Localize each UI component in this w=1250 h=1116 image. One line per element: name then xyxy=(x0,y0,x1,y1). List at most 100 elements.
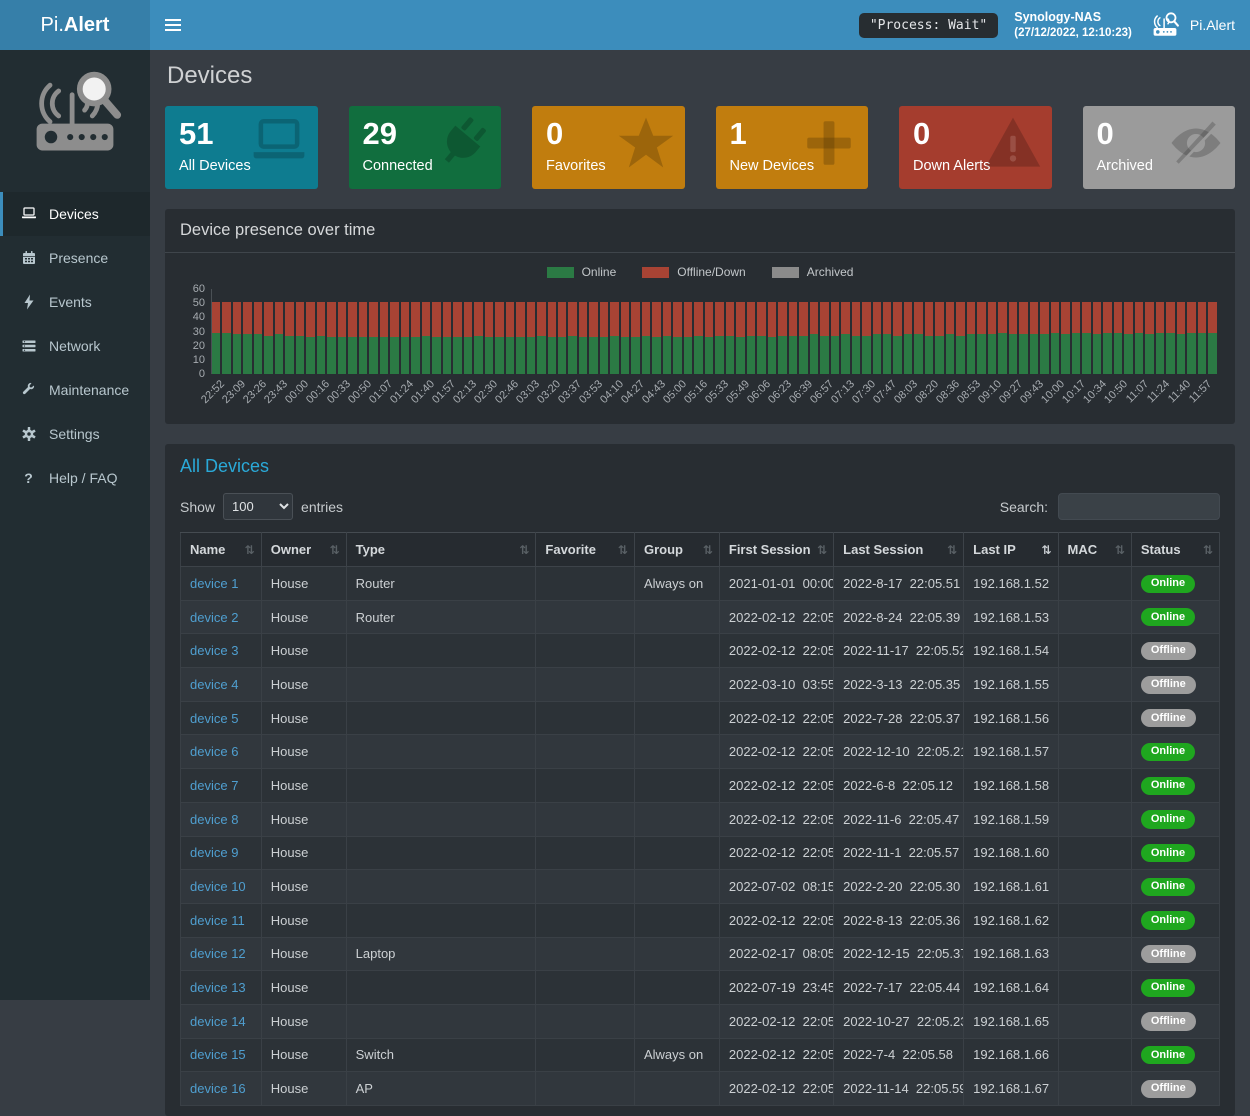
chart-bar xyxy=(233,289,243,374)
bar-segment-offline-down xyxy=(516,302,524,337)
device-name-link[interactable]: device 15 xyxy=(181,1038,262,1072)
chart-bar xyxy=(1040,289,1050,374)
column-header-type[interactable]: Type⇅ xyxy=(346,533,536,567)
column-header-owner[interactable]: Owner⇅ xyxy=(261,533,346,567)
bar-segment-online xyxy=(1019,334,1027,374)
bar-segment-online xyxy=(390,337,398,374)
device-name-link[interactable]: device 16 xyxy=(181,1072,262,1106)
bar-segment-offline-down xyxy=(285,302,293,336)
x-axis-tick-label: 09:27 xyxy=(997,378,1025,406)
device-name-link[interactable]: device 14 xyxy=(181,1004,262,1038)
column-header-last-ip[interactable]: Last IP⇅ xyxy=(964,533,1058,567)
device-name-link[interactable]: device 4 xyxy=(181,668,262,702)
sidebar-item-maintenance[interactable]: Maintenance xyxy=(0,368,150,412)
column-header-status[interactable]: Status⇅ xyxy=(1131,533,1219,567)
device-name-link[interactable]: device 11 xyxy=(181,903,262,937)
bar-segment-online xyxy=(621,337,629,374)
devices-table-title: All Devices xyxy=(180,456,1220,477)
owner-cell: House xyxy=(261,802,346,836)
x-axis-tick-label: 03:53 xyxy=(577,378,605,406)
chart-bar xyxy=(914,289,924,374)
bar-segment-online xyxy=(233,334,241,374)
sidebar-item-network[interactable]: Network xyxy=(0,324,150,368)
bar-segment-offline-down xyxy=(485,302,493,337)
bar-segment-online xyxy=(275,334,283,374)
column-header-last-session[interactable]: Last Session⇅ xyxy=(834,533,964,567)
mac-cell xyxy=(1058,971,1131,1005)
type-cell xyxy=(346,735,536,769)
bar-segment-offline-down xyxy=(317,302,325,336)
brand-logo[interactable]: Pi.Alert xyxy=(0,0,150,50)
search-input[interactable] xyxy=(1058,493,1220,520)
status-badge: Offline xyxy=(1141,1080,1196,1098)
column-header-name[interactable]: Name⇅ xyxy=(181,533,262,567)
page-size-select[interactable]: 100 xyxy=(223,493,293,520)
chart-bar xyxy=(946,289,956,374)
bar-segment-offline-down xyxy=(548,302,556,337)
mac-cell xyxy=(1058,1004,1131,1038)
card-archived[interactable]: 0Archived xyxy=(1083,106,1236,189)
x-axis-tick-label: 07:30 xyxy=(850,378,878,406)
header-app-link[interactable]: Pi.Alert xyxy=(1148,10,1235,40)
table-row: device 6House2022-02-12 22:052022-12-10 … xyxy=(181,735,1220,769)
bar-segment-online xyxy=(684,337,692,374)
chart-bar xyxy=(1072,289,1082,374)
device-name-link[interactable]: device 5 xyxy=(181,701,262,735)
summary-cards: 51All Devices 29Connected 0Favorites 1New D… xyxy=(165,106,1235,189)
x-axis-tick-label: 05:49 xyxy=(724,378,752,406)
device-name-link[interactable]: device 9 xyxy=(181,836,262,870)
card-new-devices[interactable]: 1New Devices xyxy=(716,106,869,189)
mac-cell xyxy=(1058,870,1131,904)
laptop-icon xyxy=(250,114,308,172)
column-header-first-session[interactable]: First Session⇅ xyxy=(719,533,833,567)
card-down-alerts[interactable]: 0Down Alerts xyxy=(899,106,1052,189)
type-cell xyxy=(346,634,536,668)
status-badge: Online xyxy=(1141,911,1195,929)
last-ip-cell: 192.168.1.54 xyxy=(964,634,1058,668)
bar-segment-online xyxy=(464,337,472,374)
status-badge: Online xyxy=(1141,1046,1195,1064)
sidebar-item-settings[interactable]: Settings xyxy=(0,412,150,456)
sort-icon: ⇅ xyxy=(519,543,529,557)
wrench-icon xyxy=(20,382,37,399)
device-name-link[interactable]: device 1 xyxy=(181,567,262,601)
type-cell xyxy=(346,903,536,937)
column-header-mac[interactable]: MAC⇅ xyxy=(1058,533,1131,567)
x-axis-tick-label: 04:27 xyxy=(619,378,647,406)
sidebar-item-devices[interactable]: Devices xyxy=(0,192,150,236)
card-favorites[interactable]: 0Favorites xyxy=(532,106,685,189)
sidebar-toggle-icon[interactable] xyxy=(150,0,195,50)
device-name-link[interactable]: device 6 xyxy=(181,735,262,769)
column-header-favorite[interactable]: Favorite⇅ xyxy=(536,533,635,567)
bar-segment-online xyxy=(1082,333,1090,374)
first-session-cell: 2022-02-12 22:05 xyxy=(719,735,833,769)
device-name-link[interactable]: device 8 xyxy=(181,802,262,836)
bar-segment-online xyxy=(715,336,723,374)
chart-bar xyxy=(705,289,715,374)
device-name-link[interactable]: device 7 xyxy=(181,769,262,803)
favorite-cell xyxy=(536,836,635,870)
sidebar-item-help-faq[interactable]: ?Help / FAQ xyxy=(0,456,150,500)
device-name-link[interactable]: device 2 xyxy=(181,600,262,634)
card-connected[interactable]: 29Connected xyxy=(349,106,502,189)
x-axis-tick-label: 04:10 xyxy=(598,378,626,406)
sidebar-item-presence[interactable]: Presence xyxy=(0,236,150,280)
device-name-link[interactable]: device 3 xyxy=(181,634,262,668)
mac-cell xyxy=(1058,836,1131,870)
column-header-group[interactable]: Group⇅ xyxy=(634,533,719,567)
sidebar-item-events[interactable]: Events xyxy=(0,280,150,324)
type-cell: Router xyxy=(346,567,536,601)
status-cell: Offline xyxy=(1131,701,1219,735)
legend-label: Online xyxy=(582,265,617,279)
chart-bar xyxy=(831,289,841,374)
card-all-devices[interactable]: 51All Devices xyxy=(165,106,318,189)
device-name-link[interactable]: device 10 xyxy=(181,870,262,904)
device-name-link[interactable]: device 13 xyxy=(181,971,262,1005)
group-cell xyxy=(634,701,719,735)
type-cell xyxy=(346,836,536,870)
first-session-cell: 2021-01-01 00:00 xyxy=(719,567,833,601)
device-name-link[interactable]: device 12 xyxy=(181,937,262,971)
bar-segment-online xyxy=(1166,333,1174,374)
x-axis-tick-label: 07:47 xyxy=(871,378,899,406)
chart-bar xyxy=(369,289,379,374)
